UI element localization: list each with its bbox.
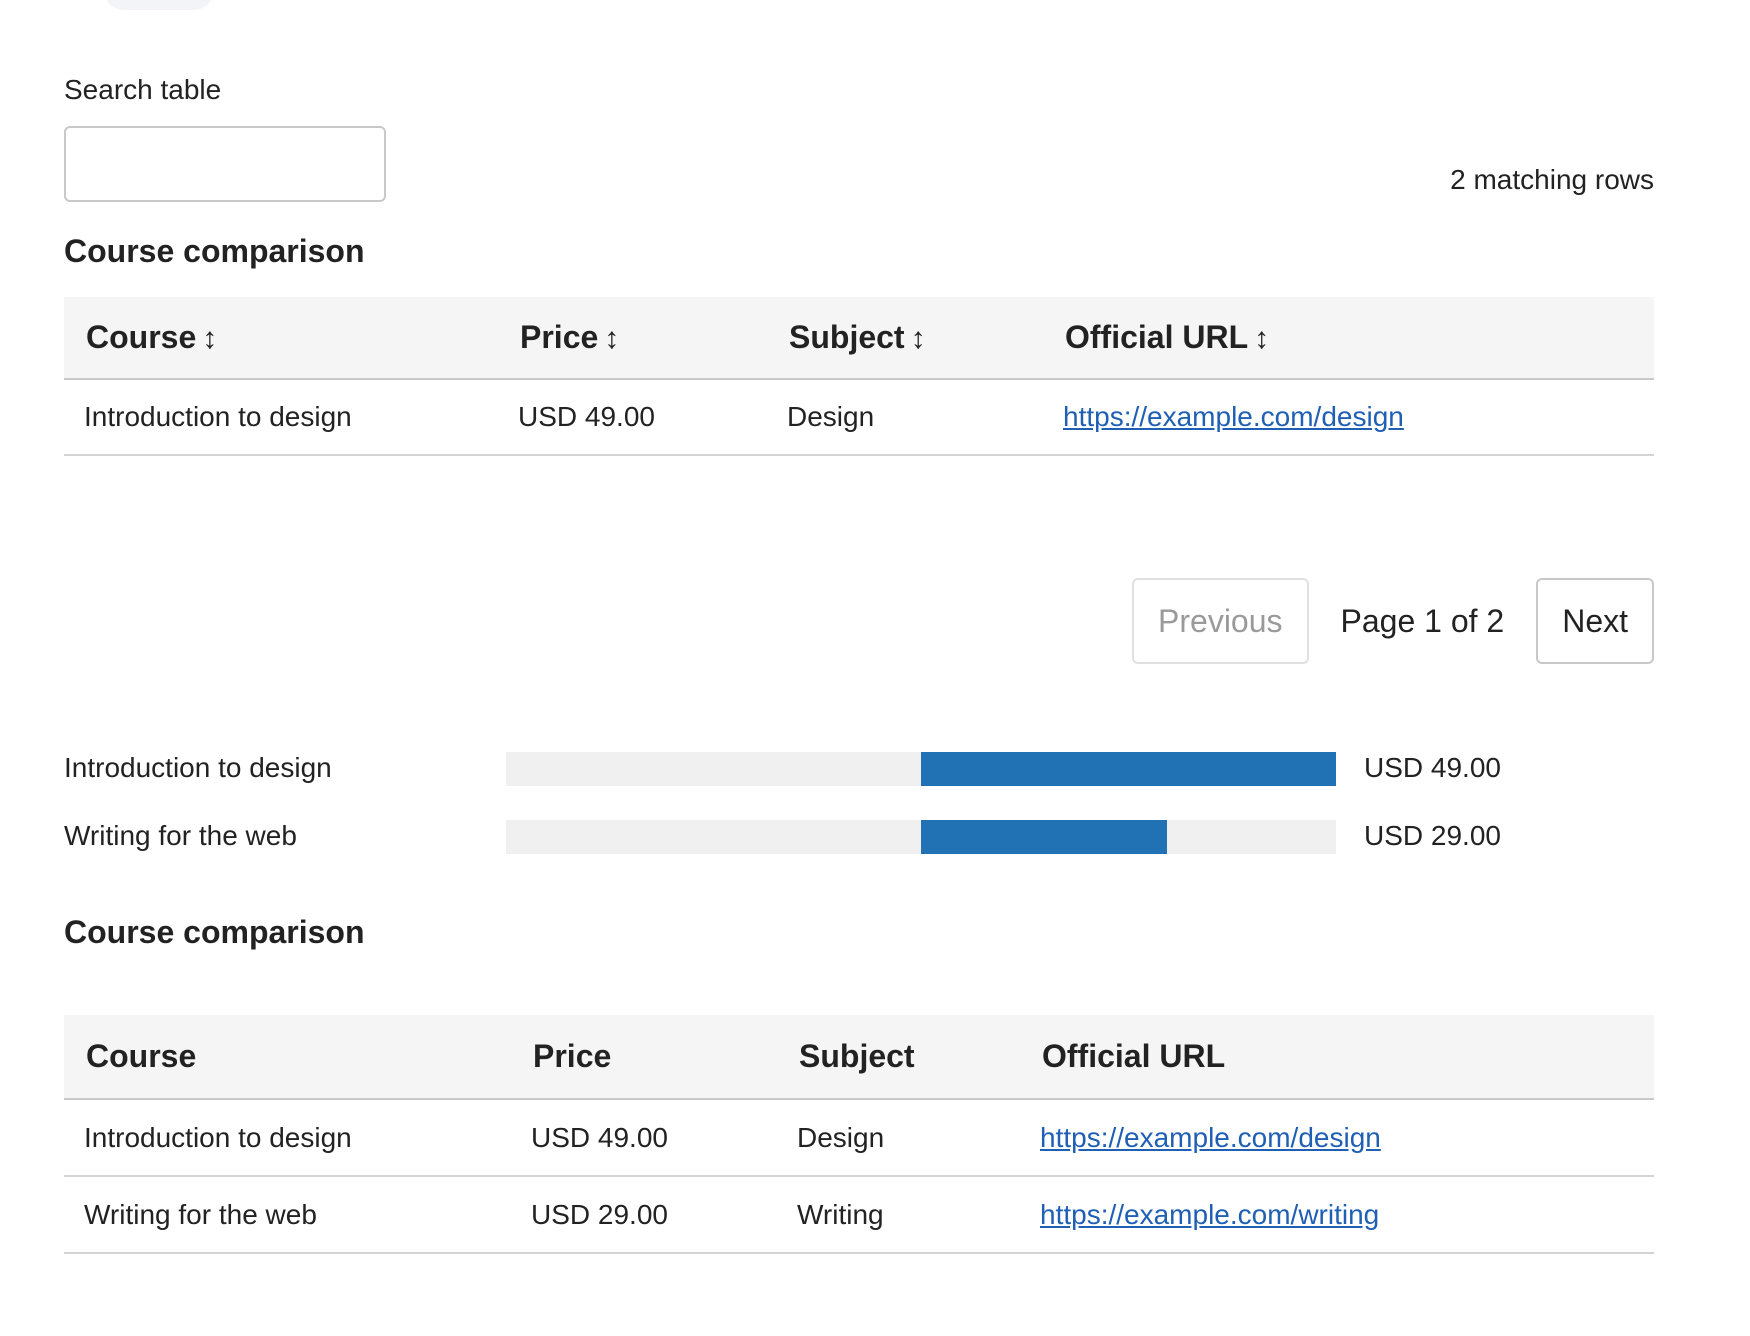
bar-track <box>506 752 1336 786</box>
sort-icon: ↕ <box>910 322 926 355</box>
page-indicator: Page 1 of 2 <box>1340 602 1505 639</box>
column-header-label: Price <box>520 319 599 355</box>
bar-fill <box>921 752 1336 786</box>
bar-track <box>506 820 1336 854</box>
table-row: Introduction to design USD 49.00 Design … <box>64 1099 1654 1177</box>
column-header-label: Subject <box>789 319 905 355</box>
cell-price: USD 49.00 <box>511 1099 777 1177</box>
cell-url: https://example.com/design <box>1020 1099 1654 1177</box>
table1-header-row: Course ↕ Price ↕ Subject ↕ Official URL ↕ <box>64 297 1654 380</box>
previous-button[interactable]: Previous <box>1132 578 1309 664</box>
column-header-label: Official URL <box>1065 319 1249 355</box>
cell-course: Introduction to design <box>64 379 498 456</box>
logo-placeholder <box>104 0 214 10</box>
cell-subject: Design <box>777 1099 1020 1177</box>
table-row: Writing for the web USD 29.00 Writing ht… <box>64 1176 1654 1254</box>
bar-label: Introduction to design <box>64 752 332 783</box>
table1-title: Course comparison <box>64 233 365 269</box>
cell-course: Writing for the web <box>64 1176 511 1254</box>
bar-fill <box>921 820 1167 854</box>
search-input[interactable] <box>64 126 386 202</box>
cell-url: https://example.com/writing <box>1020 1176 1654 1254</box>
cell-price: USD 29.00 <box>511 1176 777 1254</box>
table-row: Introduction to design USD 49.00 Design … <box>64 379 1654 456</box>
column-header-subject: Subject <box>777 1015 1020 1100</box>
bar-label: Writing for the web <box>64 820 297 851</box>
course-table: Course Price Subject Official URL Introd… <box>64 1015 1654 1254</box>
bar-row: Writing for the web USD 29.00 <box>64 818 1654 854</box>
cell-url: https://example.com/design <box>1043 379 1654 456</box>
bar-row: Introduction to design USD 49.00 <box>64 750 1654 786</box>
sort-icon: ↕ <box>1254 322 1270 355</box>
column-header-price[interactable]: Price ↕ <box>498 297 767 380</box>
table2-header-row: Course Price Subject Official URL <box>64 1015 1654 1100</box>
official-url-link[interactable]: https://example.com/design <box>1063 401 1404 432</box>
column-header-subject[interactable]: Subject ↕ <box>767 297 1043 380</box>
pagination: Previous Page 1 of 2 Next <box>1132 578 1654 664</box>
cell-subject: Writing <box>777 1176 1020 1254</box>
official-url-link[interactable]: https://example.com/design <box>1040 1122 1381 1153</box>
column-header-course[interactable]: Course ↕ <box>64 297 498 380</box>
next-button[interactable]: Next <box>1536 578 1654 664</box>
cell-subject: Design <box>767 379 1043 456</box>
search-label: Search table <box>64 74 222 105</box>
sort-icon: ↕ <box>202 322 218 355</box>
column-header-price: Price <box>511 1015 777 1100</box>
cell-course: Introduction to design <box>64 1099 511 1177</box>
column-header-official-url[interactable]: Official URL ↕ <box>1043 297 1654 380</box>
sort-icon: ↕ <box>604 322 620 355</box>
column-header-course: Course <box>64 1015 511 1100</box>
course-table-sortable: Course ↕ Price ↕ Subject ↕ Official URL ↕ In… <box>64 297 1654 456</box>
column-header-label: Course <box>86 319 197 355</box>
match-count: 2 matching rows <box>1450 164 1654 195</box>
cell-price: USD 49.00 <box>498 379 767 456</box>
official-url-link[interactable]: https://example.com/writing <box>1040 1199 1379 1230</box>
search-block: Search table <box>64 74 386 202</box>
bar-value: USD 49.00 <box>1364 752 1501 783</box>
bar-value: USD 29.00 <box>1364 820 1501 851</box>
column-header-official-url: Official URL <box>1020 1015 1654 1100</box>
table2-title: Course comparison <box>64 914 365 950</box>
